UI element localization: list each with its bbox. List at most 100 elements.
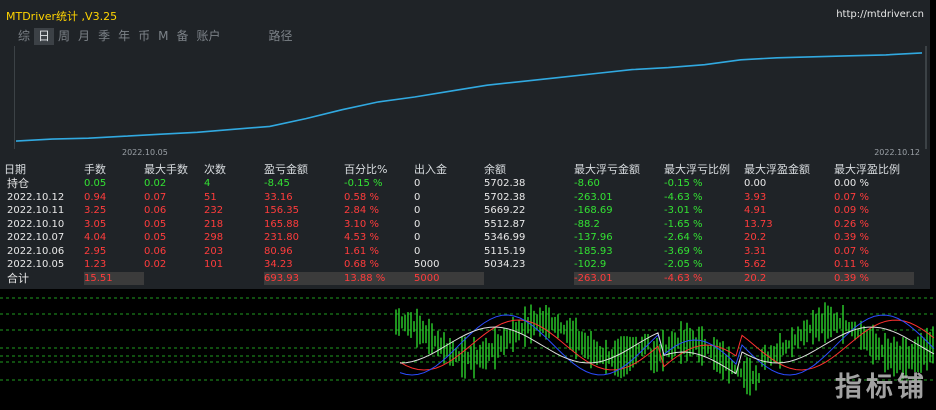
chart-start-date: 2022.10.05 <box>122 148 168 157</box>
website-link[interactable]: http://mtdriver.cn <box>836 9 924 20</box>
table-row: 2022.10.05 1.23 0.02 101 34.23 0.68 % 5000 5034… <box>4 258 914 272</box>
chart-end-date: 2022.10.12 <box>874 148 920 157</box>
table-cell: -168.69 <box>574 205 613 216</box>
table-cell: 0.06 <box>144 245 167 257</box>
table-cell: -0.15 % <box>344 178 383 189</box>
table-cell: -88.2 <box>574 218 600 230</box>
total-row: 合计 15.51 693.93 13.88 % 5000 -263.01 -4.63 % 20… <box>4 271 914 286</box>
table-cell: 5702.38 <box>484 178 526 189</box>
table-cell: 0.00 <box>744 178 767 189</box>
table-cell: 3.10 % <box>344 218 379 230</box>
table-cell: 218 <box>204 218 224 230</box>
table-cell: 0.00 % <box>834 178 869 189</box>
period-tabs: 综日周月季年币 M 备账户 路径 <box>14 28 297 45</box>
table-cell: 0.07 <box>144 191 167 203</box>
tab-0[interactable]: 综 <box>14 28 34 45</box>
tab-1[interactable]: 日 <box>34 28 55 45</box>
table-cell: 0.02 <box>144 259 167 270</box>
table-cell: 0 <box>414 178 421 189</box>
table-cell: 156.35 <box>264 205 299 216</box>
row-label: 2022.10.05 <box>7 259 65 270</box>
table-cell: 0 <box>414 218 421 230</box>
table-cell: 80.96 <box>264 245 293 257</box>
column-header: 最大浮亏比例 <box>664 162 730 176</box>
table-cell: 0.39 % <box>834 271 914 285</box>
tab-4[interactable]: 季 <box>94 28 114 45</box>
table-cell: 51 <box>204 191 217 203</box>
table-cell <box>144 272 204 286</box>
table-cell: -2.64 % <box>664 232 703 243</box>
table-cell: 5000 <box>414 271 484 285</box>
tab-3[interactable]: 月 <box>74 28 94 45</box>
column-header: 最大浮盈比例 <box>834 162 900 176</box>
table-row: 2022.10.07 4.04 0.05 298 231.80 4.53 % 0 5346.9… <box>4 231 914 245</box>
column-header: 次数 <box>204 162 226 176</box>
table-cell: -3.69 % <box>664 245 703 257</box>
table-cell: 203 <box>204 245 224 257</box>
table-cell: 0 <box>414 232 421 243</box>
table-cell: 0.02 <box>144 178 167 189</box>
equity-curve-line <box>15 52 923 142</box>
table-cell: 0.05 <box>144 218 167 230</box>
column-header: 最大浮亏金额 <box>574 162 640 176</box>
column-header: 盈亏金额 <box>264 162 308 176</box>
table-cell: 5.62 <box>744 259 767 270</box>
table-cell: 0.26 % <box>834 218 869 230</box>
table-cell: 5702.38 <box>484 191 526 203</box>
table-cell: 0.07 % <box>834 245 869 257</box>
table-cell: 1.23 <box>84 259 107 270</box>
table-row: 2022.10.12 0.94 0.07 51 33.16 0.58 % 0 5702.38 -… <box>4 191 914 205</box>
column-header: 百分比% <box>344 162 388 176</box>
table-cell: 0 <box>414 191 421 203</box>
table-cell: 0.09 % <box>834 205 869 216</box>
table-cell: 232 <box>204 205 224 216</box>
table-cell: 13.73 <box>744 218 773 230</box>
table-cell: 3.25 <box>84 205 107 216</box>
row-label: 2022.10.07 <box>7 232 65 243</box>
table-cell: 13.88 % <box>344 271 414 285</box>
table-cell: 5000 <box>414 259 440 270</box>
table-cell: -263.01 <box>574 271 664 285</box>
table-header-row: 日期 手数 最大手数 次数 盈亏金额 百分比% 出入金 余额 最大浮亏金额 最大浮亏比例 最大浮盈金… <box>4 162 914 177</box>
tab-7[interactable]: M <box>154 28 172 45</box>
table-cell: 0 <box>414 205 421 216</box>
table-cell: 0.58 % <box>344 191 379 203</box>
table-cell: 5669.22 <box>484 205 526 216</box>
table-row: 2022.10.06 2.95 0.06 203 80.96 1.61 % 0 5115.19… <box>4 245 914 259</box>
tab-5[interactable]: 年 <box>114 28 134 45</box>
column-header: 最大手数 <box>144 162 188 176</box>
table-cell: 0 <box>414 245 421 257</box>
table-cell: 20.2 <box>744 271 834 285</box>
tab-10[interactable]: 路径 <box>265 28 297 45</box>
row-label: 2022.10.12 <box>7 191 65 203</box>
daily-stats-table: 日期 手数 最大手数 次数 盈亏金额 百分比% 出入金 余额 最大浮亏金额 最大浮亏比例 最大浮盈金… <box>4 162 914 285</box>
table-row: 2022.10.11 3.25 0.06 232 156.35 2.84 % 0 5669.2… <box>4 204 914 218</box>
table-cell: 165.88 <box>264 218 299 230</box>
table-cell: 0.68 % <box>344 259 379 270</box>
table-cell: 2.95 <box>84 245 107 257</box>
table-cell: -4.63 % <box>664 191 703 203</box>
equity-curve-chart <box>14 46 927 149</box>
column-header: 最大浮盈金额 <box>744 162 810 176</box>
column-header: 手数 <box>84 162 106 176</box>
table-cell: 101 <box>204 259 224 270</box>
table-cell: -102.9 <box>574 259 607 270</box>
tab-2[interactable]: 周 <box>54 28 74 45</box>
table-cell: -4.63 % <box>664 271 744 285</box>
table-cell: 20.2 <box>744 232 767 243</box>
table-cell: 0.11 % <box>834 259 869 270</box>
table-cell: 5115.19 <box>484 245 526 257</box>
tab-6[interactable]: 币 <box>134 28 154 45</box>
tab-9[interactable]: 账户 <box>192 28 224 45</box>
row-label: 合计 <box>7 271 29 285</box>
table-cell: 4.53 % <box>344 232 379 243</box>
table-cell: 4 <box>204 178 211 189</box>
table-cell: -263.01 <box>574 191 613 203</box>
table-cell: 0.94 <box>84 191 107 203</box>
table-cell: 0.05 <box>84 178 107 189</box>
watermark-logo: 指标铺 <box>835 372 928 403</box>
table-cell: 5034.23 <box>484 259 526 270</box>
tab-8[interactable]: 备 <box>172 28 192 45</box>
table-cell: 4.91 <box>744 205 767 216</box>
table-cell <box>484 272 574 286</box>
